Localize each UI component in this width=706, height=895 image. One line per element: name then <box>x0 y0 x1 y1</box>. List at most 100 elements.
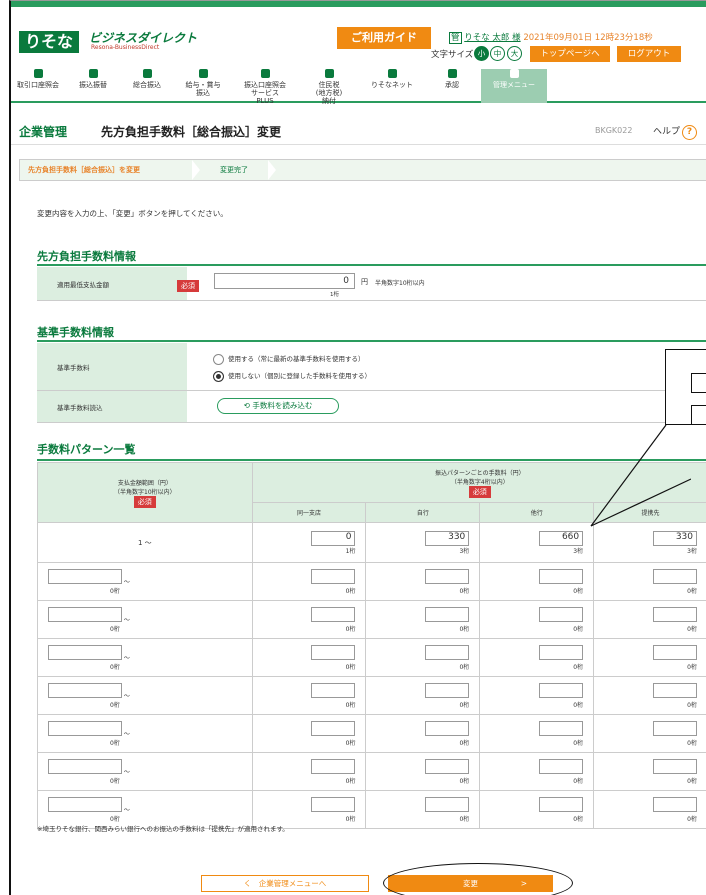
transfer-icon <box>88 69 98 78</box>
highlight-ellipse <box>383 863 573 895</box>
fee-input[interactable] <box>311 644 356 660</box>
menu-item-salary[interactable]: 給与・賞与 振込 <box>175 69 231 103</box>
fee-input[interactable] <box>653 720 697 736</box>
fee-input[interactable] <box>539 720 584 736</box>
fee-cell: 0桁 <box>251 638 367 677</box>
browser-window: りそな ビジネスダイレクト Resona-BusinessDirect ご利用ガ… <box>9 0 706 895</box>
range-input[interactable] <box>48 720 122 736</box>
guide-button[interactable]: ご利用ガイド <box>337 27 431 49</box>
menu-item-admin[interactable]: 管理メニュー <box>481 69 547 103</box>
fee-input[interactable] <box>425 796 470 812</box>
callout-inner <box>691 405 706 425</box>
back-to-admin-button[interactable]: く 企業管理メニューへ <box>201 875 369 892</box>
fee-input[interactable] <box>311 720 356 736</box>
menu-item-bulk[interactable]: 総合振込 <box>121 69 173 103</box>
required-badge: 必須 <box>177 280 199 292</box>
fee-input[interactable]: 0 <box>311 530 356 546</box>
instruction-text: 変更内容を入力の上、「変更」ボタンを押してください。 <box>37 209 228 218</box>
fee-input[interactable] <box>653 606 697 622</box>
fee-input[interactable] <box>311 796 356 812</box>
range-input[interactable] <box>48 606 122 622</box>
font-large-button[interactable]: 大 <box>507 46 522 61</box>
fee-cell: 0桁 <box>479 562 595 601</box>
menu-item-account-check[interactable]: 振込口座照会 サービス PLUS <box>233 69 297 105</box>
fee-input[interactable] <box>653 796 697 812</box>
fee-cell: 0桁 <box>251 714 367 753</box>
radio-button-selected[interactable] <box>213 370 224 382</box>
load-fee-label: 基準手数料読込 <box>37 391 187 422</box>
fee-input[interactable] <box>311 682 356 698</box>
fee-input[interactable] <box>311 758 356 774</box>
logout-button[interactable]: ログアウト <box>617 46 681 62</box>
help-link[interactable]: ヘルプ? <box>653 124 698 140</box>
menu-item-approval[interactable]: 承認 <box>425 69 479 103</box>
fee-input[interactable] <box>653 568 697 584</box>
fee-input[interactable] <box>539 644 584 660</box>
fee-input[interactable] <box>425 682 470 698</box>
fee-input[interactable]: 660 <box>539 530 584 546</box>
fee-cell: 0桁 <box>479 790 595 829</box>
fee-input[interactable] <box>425 720 470 736</box>
header: りそな ビジネスダイレクト Resona-BusinessDirect ご利用ガ… <box>11 1 706 105</box>
load-fee-button[interactable]: ⟲ 手数料を読み込む <box>217 398 339 414</box>
range-cell: ～ 0桁 <box>37 752 253 791</box>
fee-cell: 0桁 <box>365 676 481 715</box>
radio-use[interactable]: 使用する（常に最新の基準手数料を使用する） <box>213 353 365 365</box>
range-input[interactable] <box>48 796 122 812</box>
fee-input[interactable] <box>539 606 584 622</box>
help-icon[interactable]: ? <box>682 125 698 140</box>
fee-input[interactable] <box>539 682 584 698</box>
fee-cell: 330 3桁 <box>365 522 481 563</box>
fee-input[interactable] <box>425 758 470 774</box>
range-input[interactable] <box>48 682 122 698</box>
user-name[interactable]: りそな 太郎 様 <box>464 33 520 43</box>
callout-inner <box>691 373 706 393</box>
fee-input[interactable]: 330 <box>653 530 697 546</box>
radio-button[interactable] <box>213 353 224 365</box>
unit-yen: 円 <box>361 278 368 286</box>
fee-input[interactable]: 330 <box>425 530 470 546</box>
radio-not-use[interactable]: 使用しない（個別に登録した手数料を使用する） <box>213 370 371 382</box>
fee-input[interactable] <box>425 606 470 622</box>
table-row: ～ 0桁 0桁 0桁 0桁 0桁 <box>37 638 706 677</box>
brand-sub: Resona-BusinessDirect <box>91 44 160 51</box>
fee-cell: 0桁 <box>593 600 706 639</box>
fee-input[interactable] <box>311 606 356 622</box>
approval-icon <box>447 69 457 78</box>
resona-logo: りそな <box>19 31 80 53</box>
font-small-button[interactable]: 小 <box>474 46 489 61</box>
fee-cell: 0桁 <box>251 752 367 791</box>
fee-input[interactable] <box>425 644 470 660</box>
step-arrow <box>268 160 276 180</box>
menu-item-transfer[interactable]: 振込振替 <box>67 69 119 103</box>
fee-input[interactable] <box>539 568 584 584</box>
login-datetime: 2021年09月01日 12時23分18秒 <box>523 33 653 43</box>
min-amount-input[interactable]: 0 <box>214 273 355 289</box>
range-cell: ～ 0桁 <box>37 600 253 639</box>
base-fee-label: 基準手数料 <box>37 343 187 390</box>
fee-input[interactable] <box>539 796 584 812</box>
range-cell: 1 ～ <box>37 522 253 563</box>
fee-input[interactable] <box>425 568 470 584</box>
fee-cell: 0桁 <box>251 600 367 639</box>
menu-item-tax[interactable]: 住民税 (地方税) 納付 <box>299 69 359 105</box>
note-text: ※埼玉りそな銀行、関西みらい銀行へのお振込の手数料は「提携先」が適用されます。 <box>37 825 289 833</box>
range-input[interactable] <box>48 758 122 774</box>
fee-input[interactable] <box>311 568 356 584</box>
fee-input[interactable] <box>653 758 697 774</box>
font-medium-button[interactable]: 中 <box>490 46 505 61</box>
fee-cell: 0桁 <box>365 638 481 677</box>
range-input[interactable] <box>48 644 122 660</box>
top-page-button[interactable]: トップページへ <box>530 46 610 62</box>
menu-item-resona-net[interactable]: りそなネット <box>361 69 423 103</box>
fee-input[interactable] <box>539 758 584 774</box>
fee-input[interactable] <box>653 682 697 698</box>
menu-item-accounts[interactable]: 取引口座照会 <box>11 69 65 103</box>
step-complete: 変更完了 <box>220 166 248 174</box>
fee-cell: 0桁 <box>479 714 595 753</box>
range-cell: ～ 0桁 <box>37 676 253 715</box>
range-input[interactable] <box>48 568 122 584</box>
fee-input[interactable] <box>653 644 697 660</box>
fee-cell: 0桁 <box>593 562 706 601</box>
screen-id: BKGK022 <box>595 126 633 135</box>
